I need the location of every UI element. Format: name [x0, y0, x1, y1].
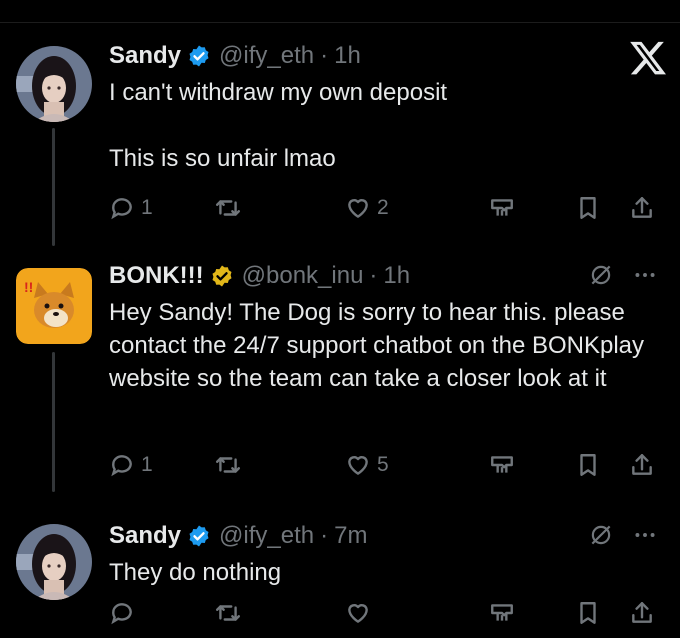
tweet-top-actions: [588, 522, 658, 548]
tweet-text: Hey Sandy! The Dog is sorry to hear this…: [109, 299, 651, 392]
tweet-text: They do nothing: [109, 559, 282, 586]
action-bar: 1 5: [109, 450, 662, 480]
bookmark-button[interactable]: [575, 452, 601, 478]
top-divider: [0, 22, 680, 23]
retweet-icon: [215, 605, 241, 621]
reply-icon: [111, 455, 132, 477]
verified-badge-icon[interactable]: [210, 264, 234, 288]
share-button[interactable]: [629, 195, 655, 221]
handle[interactable]: @bonk_inu: [242, 262, 364, 290]
analytics-icon: [491, 456, 513, 473]
action-bar: [109, 598, 662, 628]
tweet-3[interactable]: Sandy @ify_eth · 7m They do nothing: [0, 518, 680, 608]
avatar-image-icon: [16, 524, 92, 600]
retweet-icon: [215, 200, 241, 216]
timestamp[interactable]: 1h: [383, 262, 410, 290]
reply-button[interactable]: 1: [109, 195, 153, 221]
like-button[interactable]: 5: [345, 452, 389, 478]
more-icon[interactable]: [632, 262, 658, 288]
like-count: 5: [377, 453, 389, 476]
analytics-button[interactable]: [489, 195, 515, 221]
avatar[interactable]: [16, 46, 92, 122]
retweet-button[interactable]: [215, 600, 241, 626]
retweet-icon: [215, 457, 241, 473]
retweet-button[interactable]: [215, 195, 241, 221]
more-icon[interactable]: [632, 522, 658, 548]
analytics-icon: [491, 199, 513, 216]
avatar-image-icon: [16, 46, 92, 122]
analytics-button[interactable]: [489, 600, 515, 626]
grok-icon[interactable]: [588, 522, 614, 548]
display-name[interactable]: BONK!!!: [109, 262, 204, 290]
reply-button[interactable]: 1: [109, 452, 153, 478]
timestamp[interactable]: 7m: [334, 522, 367, 550]
display-name[interactable]: Sandy: [109, 522, 181, 550]
like-icon: [348, 199, 368, 218]
tweet-header: Sandy @ify_eth · 1h: [109, 38, 660, 74]
share-icon: [632, 454, 652, 475]
like-icon: [348, 604, 368, 623]
retweet-button[interactable]: [215, 452, 241, 478]
avatar[interactable]: !!: [16, 268, 92, 344]
like-icon: [348, 456, 368, 475]
avatar-image-icon: !!: [16, 268, 92, 344]
share-icon: [632, 197, 652, 218]
share-button[interactable]: [629, 452, 655, 478]
avatar[interactable]: [16, 524, 92, 600]
tweet-text: I can't withdraw my own deposit This is …: [109, 79, 448, 172]
like-button[interactable]: 2: [345, 195, 389, 221]
analytics-button[interactable]: [489, 452, 515, 478]
handle[interactable]: @ify_eth: [219, 42, 314, 70]
like-button[interactable]: [345, 600, 371, 626]
display-name[interactable]: Sandy: [109, 42, 181, 70]
bookmark-icon: [580, 197, 596, 219]
timestamp[interactable]: 1h: [334, 42, 361, 70]
verified-badge-icon[interactable]: [187, 44, 211, 68]
tweet-top-actions: [588, 262, 658, 288]
reply-count: 1: [141, 453, 153, 476]
separator-dot: ·: [320, 42, 329, 69]
tweet-header: BONK!!! @bonk_inu · 1h: [109, 258, 660, 294]
like-count: 2: [377, 196, 389, 219]
bookmark-button[interactable]: [575, 195, 601, 221]
share-icon: [632, 602, 652, 623]
share-button[interactable]: [629, 600, 655, 626]
verified-badge-icon[interactable]: [187, 524, 211, 548]
reply-button[interactable]: [109, 600, 135, 626]
reply-icon: [111, 198, 132, 220]
reply-icon: [111, 603, 132, 625]
action-bar: 1 2: [109, 193, 662, 223]
bookmark-button[interactable]: [575, 600, 601, 626]
reply-count: 1: [141, 196, 153, 219]
bookmark-icon: [580, 454, 596, 476]
grok-icon[interactable]: [588, 262, 614, 288]
separator-dot: ·: [320, 522, 329, 549]
handle[interactable]: @ify_eth: [219, 522, 314, 550]
svg-text:!!: !!: [24, 279, 33, 295]
bookmark-icon: [580, 602, 596, 624]
tweet-header: Sandy @ify_eth · 7m: [109, 518, 660, 554]
separator-dot: ·: [369, 262, 378, 289]
analytics-icon: [491, 604, 513, 621]
